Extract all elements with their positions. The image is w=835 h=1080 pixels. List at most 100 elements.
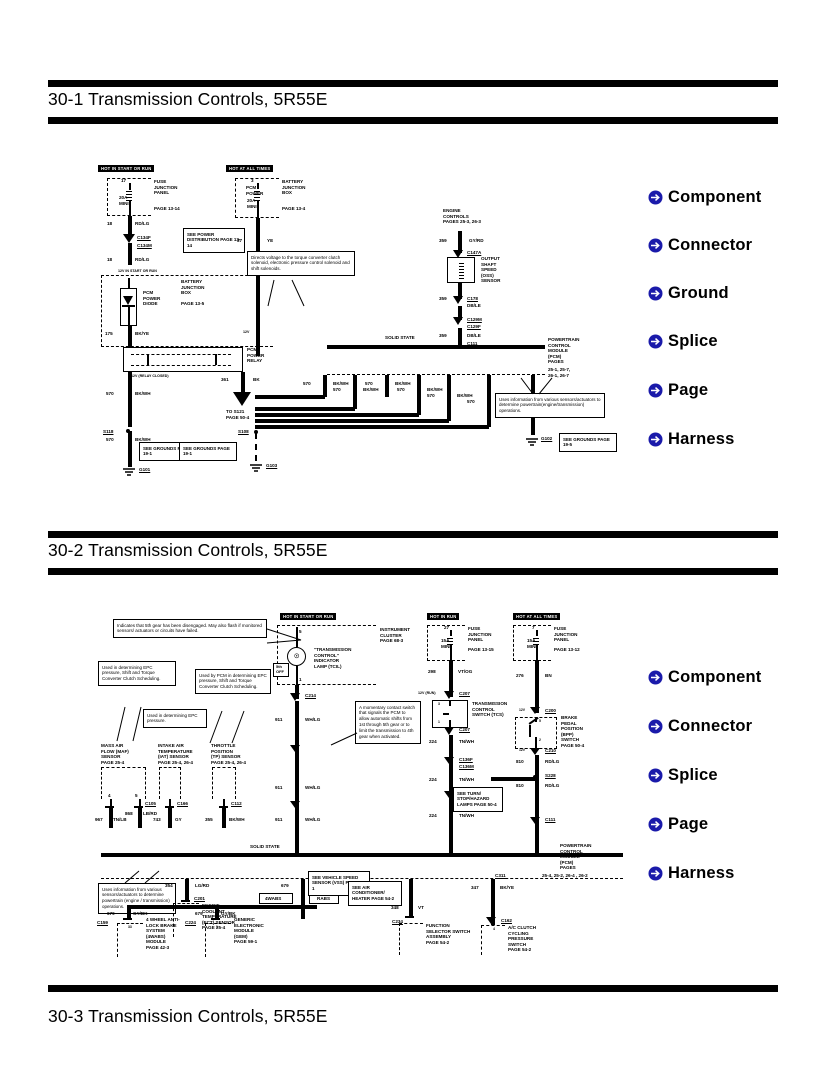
legend-label: Ground	[668, 284, 729, 302]
wire-color: BK/WH	[457, 393, 473, 398]
bjb-top-name: BATTERY JUNCTION BOX	[282, 179, 306, 196]
connector-label: C166	[177, 801, 188, 806]
tcil-state: 5th OFF	[276, 664, 284, 674]
legend-item-component[interactable]: Component	[648, 188, 761, 207]
wire-num: 911	[275, 717, 283, 722]
note-momentary: A momentary contact switch that signals …	[355, 701, 421, 744]
note-epc-left: Used in determining EPC pressure, Shift …	[98, 661, 176, 686]
wire-num: 570	[333, 387, 341, 392]
wire-num: 359	[439, 296, 447, 301]
wire-color: DB/LE	[467, 333, 481, 338]
wire-color: GY/RD	[469, 238, 484, 243]
bjb-top-page: PAGE 13-4	[282, 206, 306, 211]
bjb-page: PAGE 13-5	[181, 301, 205, 306]
legend-item-harness[interactable]: Harness	[648, 430, 735, 449]
legend-item-harness[interactable]: Harness	[648, 864, 735, 883]
legend-item-connector[interactable]: Connector	[648, 717, 752, 736]
arrow-circle-icon	[648, 383, 663, 398]
wire-color: DB/LE	[467, 303, 481, 308]
hot-label-start-or-run: HOT IN START OR RUN	[98, 165, 155, 173]
connector-label: C178	[467, 296, 478, 301]
section-title-30-2: 30-2 Transmission Controls, 5R55E	[48, 540, 328, 560]
connector-arrow-icon	[290, 693, 300, 701]
legend-item-splice[interactable]: Splice	[648, 766, 718, 785]
wire-num: 18	[107, 257, 113, 262]
connector-label: C210	[545, 748, 556, 753]
see-grounds-note-2: SEE GROUNDS PAGE 19-1	[179, 442, 237, 461]
connector-label: C201	[194, 896, 205, 901]
splice-label: S118	[103, 429, 114, 434]
connector-arrow-icon	[444, 757, 454, 764]
wire-num: 570	[397, 387, 405, 392]
callout-leader	[267, 279, 328, 310]
arrow-circle-icon	[648, 190, 663, 205]
iat-sensor-label: INTAKE AIR TEMPERATURE (IAT) SENSOR PAGE…	[158, 743, 193, 765]
pcm-name: POWERTRAIN CONTROL MODULE (PCM) PAGES	[548, 337, 580, 365]
wire-num: 276	[516, 673, 524, 678]
connector-label: C129F	[467, 324, 481, 329]
wire-num: 570	[365, 381, 373, 386]
connector-label: C111	[545, 817, 556, 822]
wire-num: 868	[125, 811, 133, 816]
note-directs-voltage: Directs voltage to the torque converter …	[247, 251, 355, 276]
callout-leader	[123, 870, 163, 885]
ground-label: G103	[266, 463, 278, 468]
divider-top-3	[48, 985, 778, 992]
wire-num: 570	[427, 393, 435, 398]
fuse-junction-panel-name: FUSE JUNCTION PANEL	[154, 179, 178, 196]
legend-label: Harness	[668, 864, 735, 882]
wire-num: 347	[471, 885, 479, 890]
wire-color: TN/WH	[459, 739, 475, 744]
connector-arrow-icon	[530, 707, 540, 714]
wire-num: 570	[106, 391, 114, 396]
ground-label: G101	[139, 467, 151, 472]
wire-num: 224	[429, 739, 437, 744]
legend-item-component[interactable]: Component	[648, 668, 761, 687]
wire-num: 679	[195, 911, 203, 916]
wire-color: BK/WH	[363, 387, 379, 392]
legend-label: Component	[668, 188, 762, 206]
connector-label: C207	[459, 727, 470, 732]
bpp-switch-label: BRAKE PEDAL POSITION (BPP) SWITCH PAGE 5…	[561, 715, 585, 748]
note-tcil: Indicates that 5th gear has been disenga…	[113, 619, 267, 638]
wire-color: TN/WH	[459, 777, 475, 782]
legend-item-ground[interactable]: Ground	[648, 284, 729, 303]
legend-item-page[interactable]: Page	[648, 815, 708, 834]
legend-item-splice[interactable]: Splice	[648, 332, 718, 351]
wire-color: WH/LG	[305, 817, 321, 822]
connector-label: C207	[459, 691, 470, 696]
callout-leader	[208, 710, 268, 745]
see-turn-stop-note: SEE TURN/ STOP/HAZARD LAMPS PAGE 50-4	[453, 787, 503, 812]
fjp-run-name: FUSE JUNCTION PANEL	[468, 626, 492, 643]
legend-item-connector[interactable]: Connector	[648, 236, 752, 255]
wire-num: 679	[281, 883, 289, 888]
divider-top-2	[48, 531, 778, 538]
pcm-pages: 25-4, 25-2, 26-4 , 26-2	[542, 873, 588, 878]
tag-4wabs: 4WABS	[265, 896, 282, 901]
see-power-distribution-note: SEE POWER DISTRIBUTION PAGE 13-14	[183, 228, 245, 253]
page-arrow-icon	[233, 392, 251, 406]
divider-bot-1	[48, 117, 778, 124]
arrow-circle-icon	[648, 670, 663, 685]
see-ac-heater-note: SEE AIR CONDITIONER/ HEATER PAGE 54-2	[348, 881, 402, 906]
document-page: 30-1 Transmission Controls, 5R55E Compon…	[0, 0, 835, 1080]
wire-color: BN	[545, 673, 552, 678]
wire-color: BK/WH	[333, 381, 349, 386]
tag-rabs: RABS	[317, 896, 331, 901]
connector-label: C134M	[137, 243, 152, 248]
connector-bar	[181, 900, 190, 902]
ground-symbol-icon	[524, 435, 540, 453]
legend-label: Splice	[668, 766, 718, 784]
note-epc-mid: Used by PCM in determining EPC pressure,…	[195, 669, 271, 694]
connector-arrow-icon	[444, 727, 454, 735]
wire-color: BK/YE	[135, 331, 150, 336]
arrow-circle-icon	[648, 238, 663, 253]
wire-color: WH/LG	[305, 717, 321, 722]
solid-state-label: SOLID STATE	[250, 844, 280, 849]
legend-item-page[interactable]: Page	[648, 381, 708, 400]
connector-label: C112	[231, 801, 242, 806]
connector-arrow-icon	[530, 817, 540, 824]
connector-label: C311	[495, 873, 506, 878]
connector-label: C162	[501, 918, 512, 923]
function-selector-label: FUNCTION SELECTOR SWITCH ASSEMBLY PAGE 5…	[426, 923, 471, 945]
